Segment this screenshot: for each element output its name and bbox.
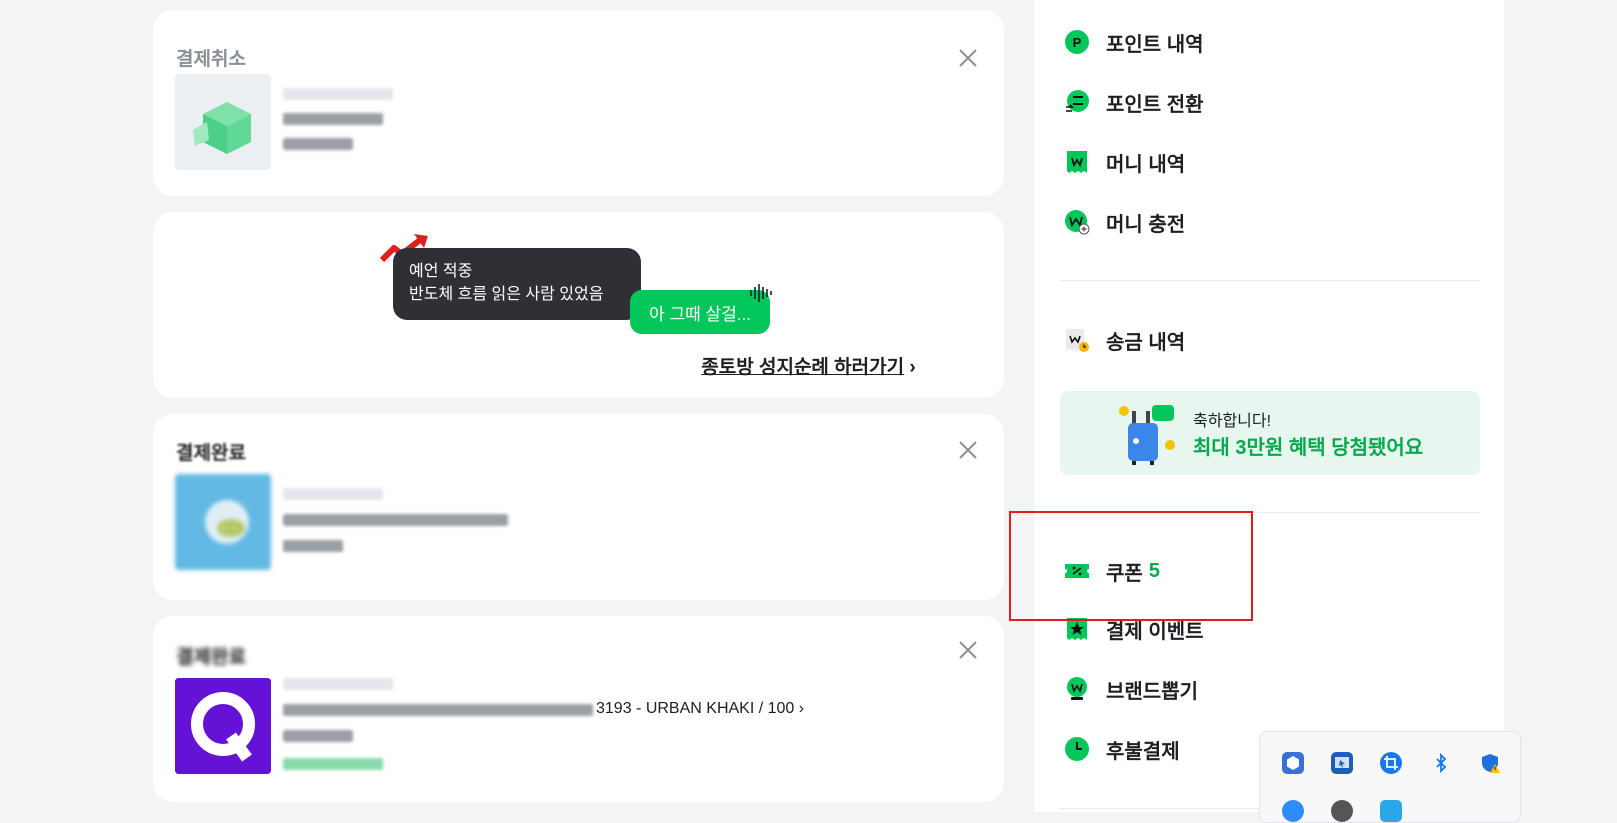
svg-text:P: P: [1073, 35, 1082, 50]
chevron-right-icon: ›: [798, 700, 805, 717]
card-title: 결제완료: [176, 647, 246, 668]
menu-label: 포인트 내역: [1106, 33, 1204, 56]
camera-app-icon[interactable]: [1380, 800, 1402, 822]
blurred-text: [283, 88, 393, 100]
blurred-text: [283, 514, 508, 526]
menu-label: 머니 내역: [1106, 153, 1186, 176]
promo-link-text[interactable]: 종토방 성지순례 하러가기: [701, 357, 904, 378]
banner-line-2: 최대 3만원 혜택 당첨됐어요: [1193, 437, 1424, 459]
suitcase-icon: [1119, 405, 1175, 465]
menu-payment-event[interactable]: 결제 이벤트: [1064, 614, 1204, 644]
blurred-text: [283, 113, 383, 125]
menu-point-history[interactable]: P 포인트 내역: [1064, 27, 1204, 57]
coupon-count: 5: [1148, 559, 1160, 582]
product-thumbnail: [175, 474, 271, 570]
blurred-text: [283, 540, 343, 552]
coupon-icon: [1064, 558, 1090, 584]
money-charge-icon: [1064, 209, 1090, 235]
remote-desktop-icon[interactable]: [1331, 752, 1353, 774]
app-icon[interactable]: [1331, 800, 1353, 822]
product-name: 3193 - URBAN KHAKI / 100 ›: [596, 700, 804, 718]
bubble-line-2: 반도체 흐름 읽은 사람 있었음: [409, 286, 604, 303]
blurred-text: [283, 730, 353, 742]
menu-label: 브랜드뽑기: [1106, 680, 1198, 703]
menu-money-history[interactable]: 머니 내역: [1064, 147, 1185, 177]
banner-line-1: 축하합니다!: [1193, 413, 1272, 430]
blurred-text: [283, 138, 353, 150]
wallet-menu-panel: P 포인트 내역 포인트 전환 머니 내역 머니 충전 송금 내역 축하합니다!…: [1034, 0, 1504, 812]
menu-coupon[interactable]: 쿠폰 5: [1064, 556, 1160, 586]
payment-cancel-card[interactable]: 결제취소: [153, 10, 1004, 196]
close-icon[interactable]: [956, 438, 980, 462]
blurred-text: [283, 678, 393, 690]
point-convert-icon: [1064, 89, 1090, 115]
card-title: 결제완료: [176, 443, 246, 464]
blurred-status: [283, 758, 383, 770]
system-tray-popup: [1259, 731, 1521, 823]
payment-complete-card[interactable]: 결제완료: [153, 414, 1004, 600]
menu-brand-draw[interactable]: 브랜드뽑기: [1064, 674, 1198, 704]
menu-postpay[interactable]: 후불결제: [1064, 734, 1180, 764]
money-receipt-icon: [1064, 149, 1090, 175]
zoom-icon[interactable]: [1282, 800, 1304, 822]
bubble-line-1: 예언 적중: [409, 263, 473, 280]
close-icon[interactable]: [956, 638, 980, 662]
bluetooth-icon[interactable]: [1430, 752, 1452, 774]
menu-point-convert[interactable]: 포인트 전환: [1064, 87, 1204, 117]
blurred-text: [283, 488, 383, 500]
star-receipt-icon: [1064, 616, 1090, 642]
reply-text: 아 그때 살걸...: [649, 304, 751, 324]
divider: [1060, 280, 1480, 281]
menu-label: 포인트 전환: [1106, 93, 1204, 116]
menu-label: 쿠폰: [1106, 562, 1143, 585]
transfer-receipt-icon: [1064, 327, 1090, 353]
menu-label: 머니 충전: [1106, 213, 1186, 236]
sound-wave-icon: [750, 284, 772, 302]
security-app-icon[interactable]: [1282, 752, 1304, 774]
menu-label: 후불결제: [1106, 740, 1180, 763]
close-icon[interactable]: [956, 46, 980, 70]
defender-shield-icon[interactable]: [1479, 752, 1501, 774]
brand-draw-icon: [1064, 676, 1090, 702]
payment-card[interactable]: 결제완료 3193 - URBAN KHAKI / 100 ›: [153, 616, 1004, 802]
prize-banner[interactable]: 축하합니다! 최대 3만원 혜택 당첨됐어요: [1060, 391, 1480, 475]
chat-bubble-prediction: 예언 적중 반도체 흐름 읽은 사람 있었음: [393, 248, 641, 320]
product-name-text: 3193 - URBAN KHAKI / 100: [596, 700, 795, 717]
point-icon: P: [1064, 29, 1090, 55]
blurred-text: [283, 704, 593, 716]
card-title: 결제취소: [176, 49, 246, 70]
product-thumbnail: [175, 678, 271, 774]
chevron-right-icon: ›: [909, 357, 916, 378]
menu-money-charge[interactable]: 머니 충전: [1064, 207, 1185, 237]
divider: [1060, 512, 1480, 513]
clock-icon: [1064, 736, 1090, 762]
menu-label: 결제 이벤트: [1106, 620, 1204, 643]
menu-label: 송금 내역: [1106, 331, 1186, 354]
menu-transfer-history[interactable]: 송금 내역: [1064, 325, 1185, 355]
crop-tool-icon[interactable]: [1380, 752, 1402, 774]
product-thumbnail: [175, 74, 271, 170]
